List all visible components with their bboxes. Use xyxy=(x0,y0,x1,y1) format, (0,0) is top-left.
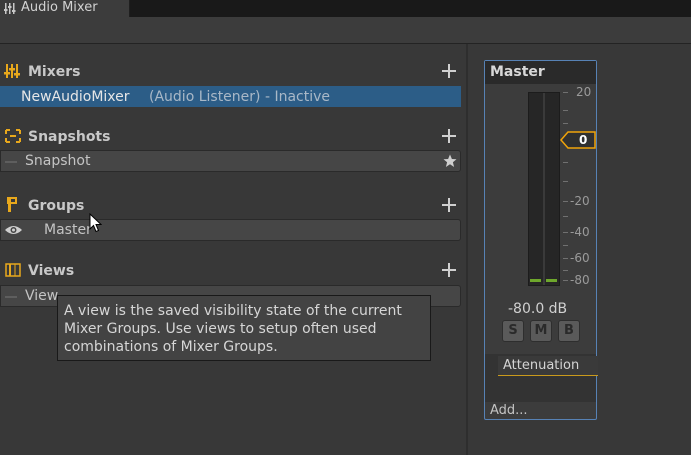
scale-tick xyxy=(563,245,568,246)
mute-button[interactable]: M xyxy=(530,320,552,342)
view-icon xyxy=(5,263,21,277)
add-group-button[interactable] xyxy=(441,197,457,213)
scale-label: -20 xyxy=(570,194,590,208)
effect-label: Attenuation xyxy=(503,358,580,373)
scale-tick xyxy=(563,280,568,281)
volume-fader-handle[interactable] xyxy=(560,131,596,149)
add-mixer-button[interactable] xyxy=(441,63,457,79)
groups-section-title: Groups xyxy=(28,198,85,214)
star-icon[interactable] xyxy=(443,154,457,168)
audio-mixer-icon xyxy=(4,3,16,14)
meter-level-right xyxy=(546,279,557,282)
add-effect-button[interactable]: Add... xyxy=(490,403,528,419)
meter-level-left xyxy=(530,279,541,282)
tooltip-line: A view is the saved visibility state of … xyxy=(64,303,402,319)
bypass-button[interactable]: B xyxy=(558,320,580,342)
snapshots-section-title: Snapshots xyxy=(28,129,111,145)
scale-label: -80 xyxy=(570,273,590,287)
mixer-status: (Audio Listener) - Inactive xyxy=(149,89,331,105)
tab-audio-mixer[interactable]: Audio Mixer xyxy=(0,0,130,17)
scale-tick xyxy=(563,92,568,93)
meter-separator xyxy=(543,93,545,285)
mixer-icon xyxy=(4,64,20,78)
mixer-name: NewAudioMixer xyxy=(21,89,130,105)
scale-tick xyxy=(563,232,568,233)
scale-tick xyxy=(563,181,568,182)
eye-icon[interactable] xyxy=(4,224,23,236)
scale-tick xyxy=(563,216,568,217)
scale-tick xyxy=(563,258,568,259)
cursor-icon xyxy=(89,213,102,233)
group-list-item[interactable]: Master xyxy=(0,219,461,241)
scale-label: -40 xyxy=(570,225,590,239)
tooltip: A view is the saved visibility state of … xyxy=(57,295,431,361)
mixers-section-title: Mixers xyxy=(28,64,81,80)
tooltip-line: Mixer Groups. Use views to setup often u… xyxy=(64,321,377,337)
tooltip-line: combinations of Mixer Groups. xyxy=(64,339,278,355)
db-readout: -80.0 dB xyxy=(508,301,568,317)
strip-title: Master xyxy=(490,64,545,80)
drag-handle-icon[interactable] xyxy=(5,296,17,298)
group-icon xyxy=(7,197,17,212)
scale-tick xyxy=(563,123,568,124)
scale-label: 20 xyxy=(576,85,592,99)
snapshot-list-item[interactable]: Snapshot xyxy=(0,150,461,172)
group-name: Master xyxy=(44,222,92,238)
toolbar xyxy=(0,17,691,44)
solo-button[interactable]: S xyxy=(502,320,524,342)
snapshot-name: Snapshot xyxy=(25,153,91,169)
drag-handle-icon[interactable] xyxy=(5,161,17,163)
scale-label: -60 xyxy=(570,251,590,265)
view-name: View xyxy=(25,288,59,304)
tab-title: Audio Mixer xyxy=(21,0,98,15)
scale-tick xyxy=(563,270,568,271)
fader-value: 0 xyxy=(579,133,588,147)
views-section-title: Views xyxy=(28,263,75,279)
scale-tick xyxy=(563,201,568,202)
snapshot-icon xyxy=(5,129,21,143)
add-snapshot-button[interactable] xyxy=(441,128,457,144)
add-view-button[interactable] xyxy=(441,262,457,278)
scale-tick xyxy=(563,110,568,111)
scale-tick xyxy=(563,162,568,163)
